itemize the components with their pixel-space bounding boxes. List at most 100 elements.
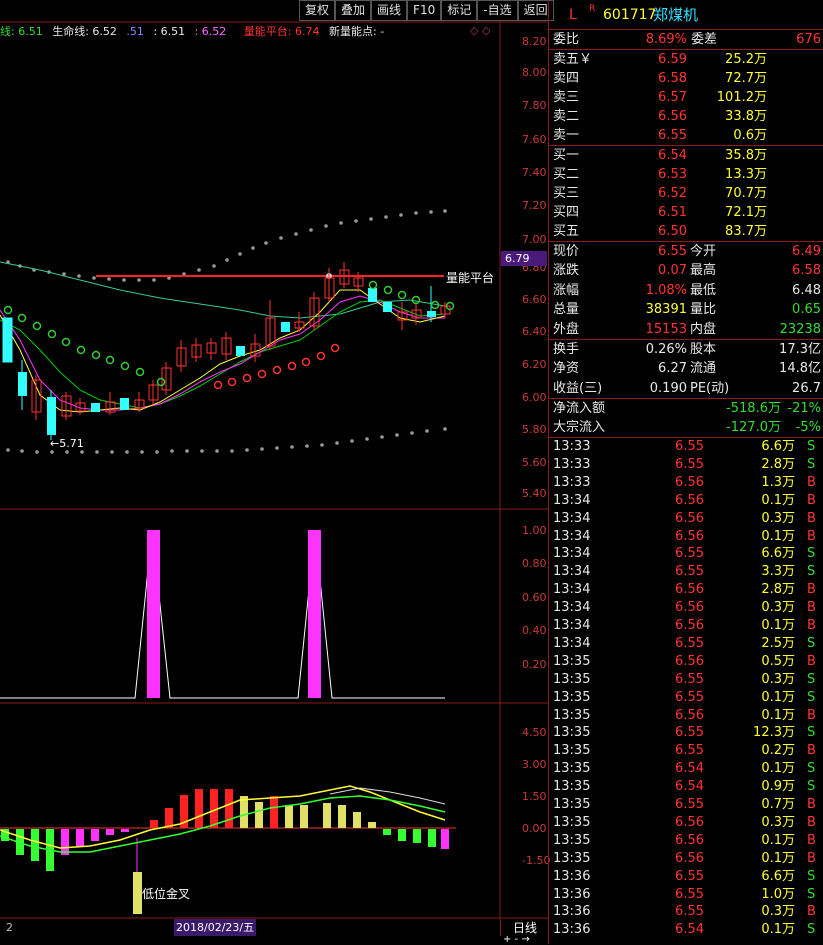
order-volume: 83.7万 [725,224,767,239]
tick-row[interactable]: 13:35 6.56 0.1万 B [549,832,823,850]
tick-row[interactable]: 13:35 6.56 0.3万 B [549,814,823,832]
axis-tick-label: 0.60 [522,591,547,604]
restore-rights-button[interactable]: 复权 [299,0,336,21]
quote-value: 1.08% [645,282,687,298]
quote-value: 6.58 [792,263,821,279]
f10-button[interactable]: F10 [407,0,442,21]
kline-chart-area[interactable]: 线: 6.51 生命线: 6.52 .51 : 6.51 : 6.52 量能平台… [0,0,551,945]
stock-header: L R 601717 郑煤机 [549,2,823,28]
tick-row[interactable]: 13:35 6.54 0.9万 S [549,778,823,796]
tick-price: 6.56 [675,474,704,490]
order-price: 6.59 [658,52,687,67]
tick-volume: 1.0万 [761,886,795,902]
tick-time: 13:35 [553,743,591,759]
tick-row[interactable]: 13:35 6.55 0.2万 B [549,742,823,760]
flow-percent: -5% [795,420,821,435]
tick-row[interactable]: 13:36 6.54 0.1万 S [549,921,823,939]
tick-row[interactable]: 13:35 6.56 0.1万 B [549,707,823,725]
tick-row[interactable]: 13:34 6.56 0.1万 B [549,492,823,510]
flow-amount: -518.6万 [726,401,781,416]
quote-row: 外盘 15153 内盘 23238 [549,320,823,339]
tick-price: 6.55 [675,868,704,884]
tick-price: 6.55 [675,546,704,562]
tick-row[interactable]: 13:35 6.56 0.5万 B [549,653,823,671]
tick-row[interactable]: 13:35 6.55 0.7万 B [549,796,823,814]
tick-price: 6.56 [675,653,704,669]
tick-row[interactable]: 13:33 6.55 2.8万 S [549,456,823,474]
tick-row[interactable]: 13:36 6.55 1.0万 S [549,886,823,904]
tick-side: B [807,653,816,669]
diamond-icons[interactable]: ◇ ◇ [470,24,490,37]
order-price: 6.58 [658,71,687,86]
tick-row[interactable]: 13:35 6.55 0.3万 S [549,671,823,689]
fund-value: 6.27 [658,361,687,377]
tick-row[interactable]: 13:34 6.56 0.1万 B [549,617,823,635]
low-price-label: ←5.71 [50,437,84,450]
tick-volume: 2.8万 [761,582,795,598]
tick-row[interactable]: 13:34 6.55 3.3万 S [549,563,823,581]
tick-volume: 0.1万 [761,761,795,777]
tick-row[interactable]: 13:36 6.55 6.6万 S [549,868,823,886]
tick-side: S [807,635,816,651]
weibi-label: 委比 [553,32,580,47]
tick-volume: 0.3万 [761,510,795,526]
order-level-label: 买四 [553,205,580,220]
tick-volume: 0.7万 [761,797,795,812]
overlay-button[interactable]: 叠加 [335,0,372,21]
tick-time: 13:35 [553,725,591,741]
stock-name[interactable]: 郑煤机 [653,2,698,28]
order-volume: 0.6万 [733,128,767,143]
zoom-controls[interactable]: + - → [503,934,530,945]
quote-value: 0.07 [658,263,687,279]
tick-price: 6.56 [675,492,704,508]
tick-time: 13:34 [553,564,591,580]
quote-label: 内盘 [690,321,717,337]
tick-time: 13:34 [553,528,591,544]
tick-row[interactable]: 13:33 6.55 6.6万 S [549,438,823,456]
order-price: 6.53 [658,167,687,182]
tick-side: B [807,743,816,759]
tick-price: 6.56 [675,850,704,866]
tick-row[interactable]: 13:36 6.55 0.3万 B [549,903,823,921]
quote-row: 涨幅 1.08% 最低 6.48 [549,281,823,300]
mark-button[interactable]: 标记 [441,0,478,21]
quote-value: 6.48 [792,282,821,298]
order-price: 6.54 [658,148,687,163]
tick-volume: 0.1万 [761,528,795,544]
axis-tick-label: 8.20 [522,35,547,48]
tick-row[interactable]: 13:35 6.54 0.1万 S [549,760,823,778]
flow-row: 大宗流入 -127.0万 -5% [549,418,823,437]
date-cursor-label: 2018/02/23/五 [174,919,257,936]
tick-row[interactable]: 13:34 6.56 2.8万 B [549,581,823,599]
order-level-label: 卖三 [553,90,580,105]
order-level-label: 卖二 [553,109,580,124]
axis-tick-label: 7.20 [522,199,547,212]
tick-row[interactable]: 13:35 6.55 0.1万 S [549,689,823,707]
tick-row[interactable]: 13:34 6.56 0.1万 B [549,528,823,546]
tick-row[interactable]: 13:34 6.55 2.5万 S [549,635,823,653]
tick-row[interactable]: 13:35 6.55 12.3万 S [549,724,823,742]
tick-row[interactable]: 13:33 6.56 1.3万 B [549,474,823,492]
tick-time: 13:36 [553,868,591,884]
legend-ma4: : 6.51 [153,25,186,38]
tick-row[interactable]: 13:34 6.55 6.6万 S [549,545,823,563]
remove-watchlist-button[interactable]: -自选 [477,0,518,21]
legend-ma1: 线: 6.51 [0,25,43,38]
order-volume: 101.2万 [716,90,767,105]
tick-time: 13:34 [553,510,591,526]
tick-row[interactable]: 13:34 6.56 0.3万 B [549,510,823,528]
axis-tick-label: 6.20 [522,358,547,371]
axis-tick-label: -1.50 [522,854,551,867]
order-volume: 35.8万 [725,148,767,163]
draw-line-button[interactable]: 画线 [371,0,408,21]
tick-time: 13:35 [553,653,591,669]
axis-tick-label: 0.20 [522,658,547,671]
weibi-value: 8.69% [645,32,687,47]
tick-price: 6.54 [675,922,704,938]
order-level-label: 卖四 [553,71,580,86]
tick-row[interactable]: 13:35 6.56 0.1万 B [549,850,823,868]
tick-side: B [807,904,816,920]
tick-time: 13:35 [553,671,591,687]
tick-row[interactable]: 13:34 6.56 0.3万 B [549,599,823,617]
tick-volume: 0.3万 [761,814,795,830]
